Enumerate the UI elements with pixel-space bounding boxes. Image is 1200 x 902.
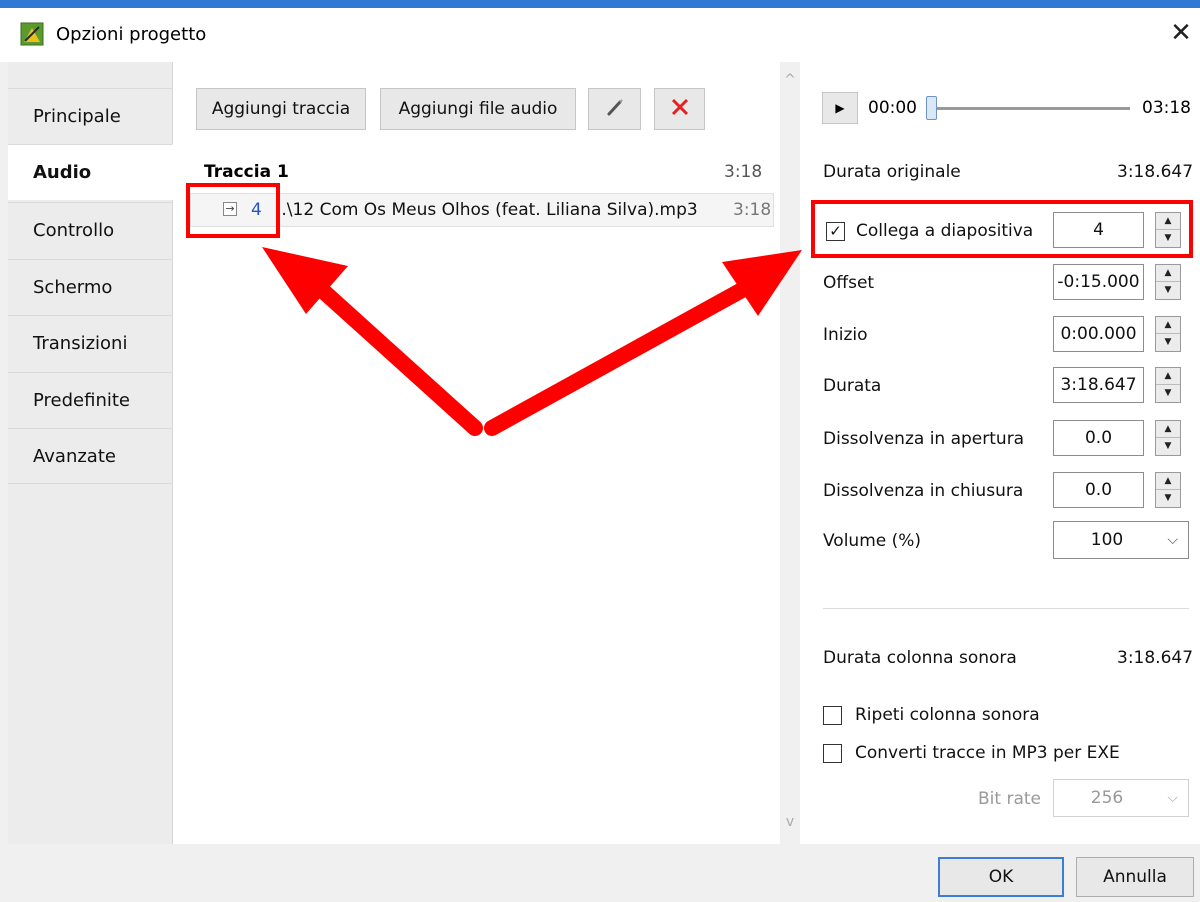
player-seek-track[interactable] [930, 107, 1130, 110]
pen-icon [604, 96, 626, 123]
spin-down-icon[interactable]: ▼ [1156, 334, 1180, 351]
duration-stepper[interactable]: ▲ ▼ [1155, 367, 1181, 403]
spin-up-icon[interactable]: ▲ [1156, 473, 1180, 490]
bitrate-label: Bit rate [978, 789, 1041, 809]
sidebar-item-schermo[interactable]: Schermo [8, 259, 173, 315]
chevron-down-icon: ⌵ [1167, 532, 1178, 548]
delete-button[interactable] [654, 88, 705, 130]
convert-mp3-label: Converti tracce in MP3 per EXE [855, 743, 1120, 763]
repeat-soundtrack-label: Ripeti colonna sonora [855, 705, 1040, 725]
volume-label: Volume (%) [823, 531, 922, 551]
fade-out-label: Dissolvenza in chiusura [823, 481, 1024, 501]
scroll-up-icon[interactable]: ^ [780, 70, 800, 90]
player-seek-thumb[interactable] [926, 96, 937, 120]
spin-down-icon[interactable]: ▼ [1156, 438, 1180, 455]
volume-select-value: 100 [1090, 530, 1124, 550]
add-audio-file-button[interactable]: Aggiungi file audio [380, 88, 576, 130]
spin-down-icon[interactable]: ▼ [1156, 282, 1180, 299]
fade-out-input[interactable]: 0.0 [1053, 472, 1144, 508]
player-time-start: 00:00 [868, 98, 917, 118]
fade-in-input[interactable]: 0.0 [1053, 420, 1144, 456]
original-duration-value: 3:18.647 [1117, 162, 1194, 182]
panel-scrollbar[interactable]: ^ v [780, 62, 800, 844]
spin-down-icon[interactable]: ▼ [1156, 385, 1180, 402]
fade-in-stepper[interactable]: ▲ ▼ [1155, 420, 1181, 456]
spin-down-icon[interactable]: ▼ [1156, 490, 1180, 507]
edit-button[interactable] [588, 88, 641, 130]
duration-input[interactable]: 3:18.647 [1053, 367, 1144, 403]
close-icon[interactable]: ✕ [1166, 18, 1196, 48]
spin-up-icon[interactable]: ▲ [1156, 421, 1180, 438]
audio-file-duration: 3:18 [733, 200, 772, 220]
section-divider [823, 608, 1189, 609]
sidebar-item-avanzate[interactable]: Avanzate [8, 428, 173, 484]
fade-in-label: Dissolvenza in apertura [823, 429, 1025, 449]
fade-out-stepper[interactable]: ▲ ▼ [1155, 472, 1181, 508]
red-x-icon [669, 96, 691, 123]
track-duration: 3:18 [724, 162, 763, 182]
bitrate-select[interactable]: 256 ⌵ [1053, 779, 1189, 817]
bitrate-select-value: 256 [1090, 788, 1124, 808]
add-track-button[interactable]: Aggiungi traccia [196, 88, 366, 130]
sidebar-item-predefinite[interactable]: Predefinite [8, 372, 173, 428]
duration-label: Durata [823, 376, 882, 396]
highlight-box-link-to-slide [811, 200, 1193, 258]
sidebar-item-controllo[interactable]: Controllo [8, 202, 173, 258]
highlight-box-slide-number [186, 183, 280, 238]
repeat-soundtrack-checkbox[interactable] [823, 706, 842, 725]
start-stepper[interactable]: ▲ ▼ [1155, 316, 1181, 352]
original-duration-label: Durata originale [823, 162, 961, 182]
window-accent-strip [0, 0, 1200, 8]
convert-mp3-checkbox[interactable] [823, 744, 842, 763]
sidebar-item-audio[interactable]: Audio [8, 144, 173, 200]
soundtrack-duration-label: Durata colonna sonora [823, 648, 1017, 668]
window-title: Opzioni progetto [56, 24, 207, 45]
audio-file-name: ..\12 Com Os Meus Olhos (feat. Liliana S… [276, 200, 698, 220]
spin-up-icon[interactable]: ▲ [1156, 265, 1180, 282]
start-label: Inizio [823, 325, 868, 345]
sidebar-item-transizioni[interactable]: Transizioni [8, 315, 173, 371]
offset-stepper[interactable]: ▲ ▼ [1155, 264, 1181, 300]
offset-label: Offset [823, 273, 875, 293]
sidebar-nav: Principale Audio Controllo Schermo Trans… [8, 62, 173, 844]
spin-up-icon[interactable]: ▲ [1156, 368, 1180, 385]
ok-button[interactable]: OK [938, 857, 1064, 897]
volume-select[interactable]: 100 ⌵ [1053, 521, 1189, 559]
track-title: Traccia 1 [204, 162, 289, 182]
chevron-down-icon: ⌵ [1167, 790, 1178, 806]
play-button[interactable]: ▶ [822, 92, 858, 124]
player-time-end: 03:18 [1142, 98, 1191, 118]
spin-up-icon[interactable]: ▲ [1156, 317, 1180, 334]
sidebar-item-principale[interactable]: Principale [8, 88, 173, 144]
start-input[interactable]: 0:00.000 [1053, 316, 1144, 352]
app-logo-icon [20, 22, 44, 46]
cancel-button[interactable]: Annulla [1076, 857, 1194, 897]
scroll-down-icon[interactable]: v [780, 812, 800, 832]
soundtrack-duration-value: 3:18.647 [1117, 648, 1194, 668]
offset-input[interactable]: -0:15.000 [1053, 264, 1144, 300]
